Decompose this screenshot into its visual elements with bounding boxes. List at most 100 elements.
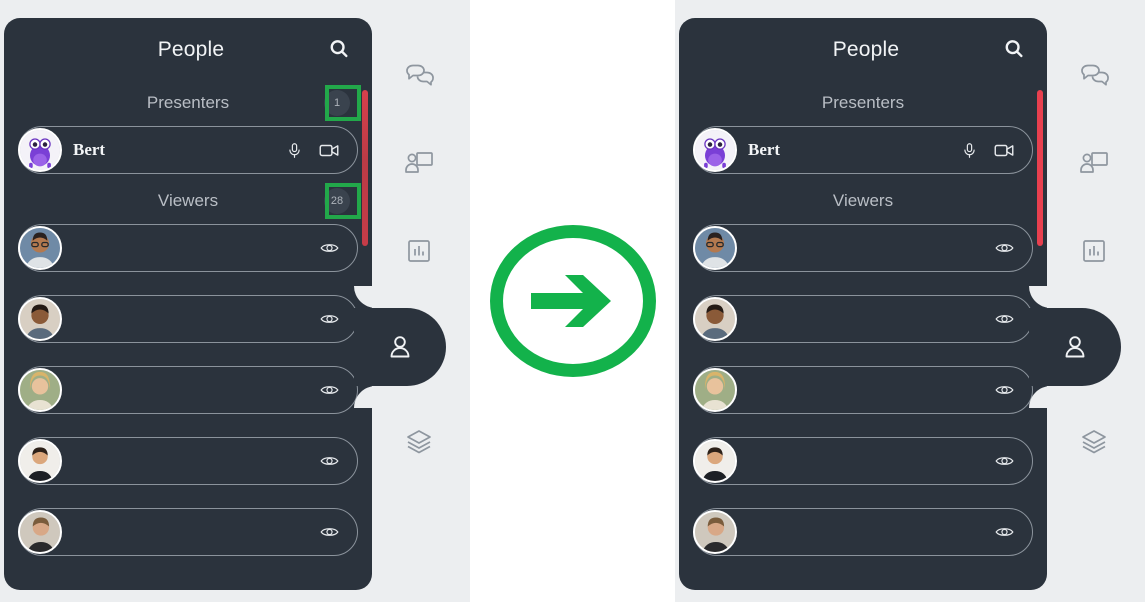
monster-avatar-icon — [695, 130, 735, 170]
list-item[interactable] — [18, 295, 358, 343]
avatar — [18, 128, 62, 172]
list-item[interactable] — [18, 224, 358, 272]
photo-avatar-icon — [20, 370, 60, 410]
rail-item-screen-share[interactable] — [1047, 124, 1141, 202]
people-icon — [390, 336, 410, 358]
people-icon — [1065, 336, 1085, 358]
row-actions — [995, 241, 1032, 255]
avatar — [18, 510, 62, 554]
panel-header: People — [679, 18, 1047, 80]
row-actions — [961, 142, 1032, 159]
eye-icon[interactable] — [995, 312, 1014, 326]
eye-icon[interactable] — [320, 312, 339, 326]
list-item[interactable] — [18, 508, 358, 556]
photo-avatar-icon — [695, 441, 735, 481]
eye-icon[interactable] — [320, 454, 339, 468]
rail-item-layers[interactable] — [372, 402, 466, 480]
photo-avatar-icon — [20, 299, 60, 339]
photo-avatar-icon — [695, 299, 735, 339]
presenters-count-badge: 1 — [324, 90, 350, 116]
photo-avatar-icon — [20, 441, 60, 481]
section-label: Viewers — [157, 191, 219, 210]
person-name: Bert — [73, 140, 106, 159]
photo-avatar-icon — [20, 512, 60, 552]
list-item[interactable] — [18, 437, 358, 485]
list-item[interactable]: Bert — [693, 126, 1033, 174]
eye-icon[interactable] — [320, 525, 339, 539]
avatar — [18, 297, 62, 341]
presenters-list: Bert — [4, 126, 372, 174]
rail-item-people-active[interactable] — [354, 308, 446, 386]
nav-rail — [354, 18, 466, 590]
after-screenshot: People Presenters Bert Viewers — [675, 0, 1145, 602]
section-label: Viewers — [832, 191, 894, 210]
avatar — [18, 439, 62, 483]
eye-icon[interactable] — [995, 454, 1014, 468]
viewers-count-badge: 28 — [324, 188, 350, 214]
eye-icon[interactable] — [995, 241, 1014, 255]
viewers-list — [679, 224, 1047, 556]
eye-icon[interactable] — [995, 525, 1014, 539]
list-item[interactable]: Bert — [18, 126, 358, 174]
row-actions — [320, 525, 357, 539]
avatar — [693, 368, 737, 412]
section-label: Presenters — [821, 93, 905, 112]
rail-item-poll[interactable] — [372, 212, 466, 290]
row-actions — [995, 383, 1032, 397]
avatar — [18, 226, 62, 270]
eye-icon[interactable] — [320, 383, 339, 397]
people-panel: People Presenters 1 Bert Viewers 28 — [4, 18, 372, 590]
list-item[interactable] — [693, 224, 1033, 272]
eye-icon[interactable] — [320, 241, 339, 255]
photo-avatar-icon — [20, 228, 60, 268]
people-panel: People Presenters Bert Viewers — [679, 18, 1047, 590]
screen-share-icon — [405, 152, 433, 173]
row-actions — [320, 312, 357, 326]
rail-item-people-active[interactable] — [1029, 308, 1121, 386]
avatar — [18, 368, 62, 412]
avatar — [693, 128, 737, 172]
microphone-icon[interactable] — [286, 142, 303, 159]
rail-item-poll[interactable] — [1047, 212, 1141, 290]
list-item[interactable] — [18, 366, 358, 414]
person-name: Bert — [748, 140, 781, 159]
search-icon[interactable] — [326, 36, 352, 62]
avatar — [693, 226, 737, 270]
chat-icon — [406, 64, 434, 86]
list-item[interactable] — [693, 437, 1033, 485]
poll-chart-icon — [1083, 240, 1105, 262]
section-header-viewers: Viewers 28 — [4, 178, 372, 224]
comparison-stage: People Presenters 1 Bert Viewers 28 Peop… — [0, 0, 1145, 602]
microphone-icon[interactable] — [961, 142, 978, 159]
avatar — [693, 297, 737, 341]
transition-arrow — [470, 0, 675, 602]
rail-item-chat[interactable] — [1047, 36, 1141, 114]
camera-icon[interactable] — [319, 142, 339, 159]
rail-item-chat[interactable] — [372, 36, 466, 114]
list-item[interactable] — [693, 295, 1033, 343]
arrow-right-circle-icon — [489, 225, 656, 377]
row-actions — [995, 312, 1032, 326]
photo-avatar-icon — [695, 370, 735, 410]
monster-avatar-icon — [20, 130, 60, 170]
scrollbar[interactable] — [1037, 90, 1043, 246]
avatar — [693, 439, 737, 483]
rail-item-screen-share[interactable] — [372, 124, 466, 202]
rail-item-layers[interactable] — [1047, 402, 1141, 480]
list-item[interactable] — [693, 508, 1033, 556]
screen-share-icon — [1080, 152, 1108, 173]
section-header-viewers: Viewers — [679, 178, 1047, 224]
row-actions — [320, 383, 357, 397]
list-item[interactable] — [693, 366, 1033, 414]
search-icon[interactable] — [1001, 36, 1027, 62]
section-header-presenters: Presenters — [679, 80, 1047, 126]
eye-icon[interactable] — [995, 383, 1014, 397]
row-actions — [286, 142, 357, 159]
scrollbar[interactable] — [362, 90, 368, 246]
before-screenshot: People Presenters 1 Bert Viewers 28 — [0, 0, 470, 602]
panel-header: People — [4, 18, 372, 80]
page-title: People — [157, 37, 225, 61]
camera-icon[interactable] — [994, 142, 1014, 159]
avatar — [693, 510, 737, 554]
layers-icon — [407, 430, 431, 454]
